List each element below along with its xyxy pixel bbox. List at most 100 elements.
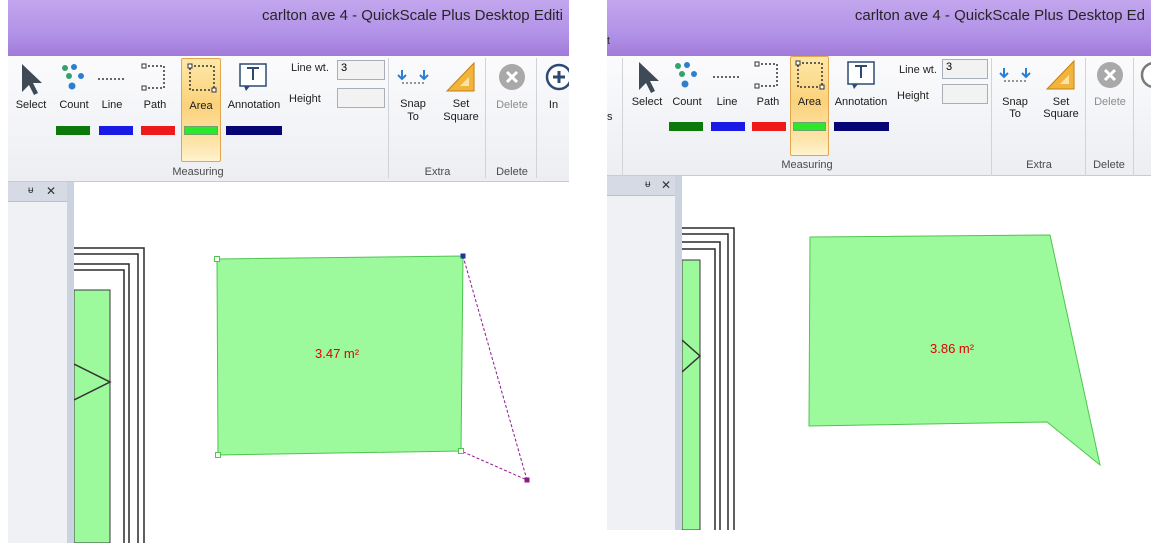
pin-icon[interactable]: ᵾ	[28, 185, 33, 196]
snap-to-label-line2: To	[407, 111, 419, 123]
dock-panel-header: ᵾ ✕	[8, 182, 67, 202]
line-weight-input[interactable]: 3	[337, 60, 385, 80]
dotted-line-icon	[713, 76, 741, 78]
count-tool-button[interactable]: Count	[54, 56, 94, 126]
vertex-handle[interactable]	[458, 448, 464, 454]
group-separator	[485, 58, 486, 178]
dock-panel-body	[8, 202, 67, 543]
set-square-icon	[1045, 59, 1075, 90]
select-tool-label: Select	[631, 96, 663, 108]
path-icon	[141, 63, 165, 91]
left-screenshot-panel: carlton ave 4 - QuickScale Plus Desktop …	[8, 0, 569, 543]
vertex-handle[interactable]	[214, 256, 220, 262]
count-dots-icon	[62, 64, 84, 90]
set-square-button[interactable]: Set Square	[1037, 56, 1085, 126]
snap-to-label-line1: Snap	[400, 98, 426, 110]
close-icon[interactable]: ✕	[46, 184, 56, 198]
vertex-handle[interactable]	[215, 452, 221, 458]
group-separator	[1133, 58, 1134, 178]
dock-splitter[interactable]	[675, 176, 682, 530]
plan-green-strip	[74, 289, 111, 543]
window-title: carlton ave 4 - QuickScale Plus Desktop …	[854, 7, 1145, 24]
annotation-tool-button[interactable]: Annotation	[224, 56, 284, 126]
delete-label: Delete	[1094, 96, 1126, 108]
insert-button[interactable]: In	[538, 56, 569, 126]
annotation-tool-button[interactable]: Annotation	[831, 56, 891, 126]
cursor-arrow-icon	[22, 64, 42, 95]
delete-button[interactable]: Delete	[487, 56, 537, 126]
path-tool-button[interactable]: Path	[747, 56, 789, 126]
height-input[interactable]	[337, 88, 385, 108]
group-separator	[991, 58, 992, 178]
color-swatch-red[interactable]	[752, 122, 786, 131]
area-icon	[795, 60, 825, 90]
set-square-label-line2: Square	[443, 111, 479, 123]
color-swatch-lime[interactable]	[793, 122, 826, 131]
annotation-icon	[847, 61, 875, 89]
color-swatch-navy[interactable]	[226, 126, 282, 135]
height-input[interactable]	[942, 84, 988, 104]
color-swatch-red[interactable]	[141, 126, 175, 135]
path-icon	[754, 61, 778, 89]
color-swatch-lime[interactable]	[184, 126, 218, 135]
snap-arrows-icon	[999, 68, 1031, 82]
group-label-measuring: Measuring	[172, 166, 224, 178]
group-label-measuring: Measuring	[781, 159, 833, 171]
area-measurement-label: 3.47 m²	[315, 346, 360, 361]
color-swatch-green[interactable]	[56, 126, 90, 135]
delete-label: Delete	[496, 99, 528, 111]
line-weight-input[interactable]: 3	[942, 59, 988, 79]
insert-label: In	[548, 99, 559, 111]
height-label: Height	[897, 90, 929, 102]
vertex-handle-active[interactable]	[460, 253, 466, 259]
plus-circle-icon	[1140, 62, 1151, 88]
area-tool-button[interactable]: Area	[181, 58, 221, 162]
line-tool-button[interactable]: Line	[94, 56, 130, 126]
color-swatch-green[interactable]	[669, 122, 703, 131]
set-square-label-line1: Set	[452, 98, 470, 110]
color-swatch-blue[interactable]	[711, 122, 745, 131]
area-icon	[187, 63, 217, 93]
count-tool-button[interactable]: Count	[669, 56, 705, 126]
plan-drawing: 3.86 m²	[682, 227, 1101, 530]
area-tool-button[interactable]: Area	[790, 56, 829, 156]
area-measurement-label: 3.86 m²	[930, 341, 975, 356]
dashed-guide-line	[460, 255, 528, 481]
title-bar: carlton ave 4 - QuickScale Plus Desktop …	[607, 0, 1151, 56]
line-weight-label: Line wt.	[899, 64, 937, 76]
title-bar: carlton ave 4 - QuickScale Plus Desktop …	[8, 0, 569, 56]
path-tool-label: Path	[756, 96, 780, 108]
line-weight-label: Line wt.	[291, 62, 329, 74]
dock-splitter[interactable]	[67, 182, 74, 543]
select-tool-button[interactable]: Select	[8, 56, 54, 126]
area-tool-label: Area	[189, 100, 213, 112]
plan-drawing: 3.47 m²	[74, 247, 530, 543]
delete-x-icon	[499, 64, 525, 90]
ribbon-toolbar: Select Count Line Path Area Annotation L…	[8, 56, 569, 182]
close-icon[interactable]: ✕	[661, 178, 671, 192]
color-swatch-navy[interactable]	[834, 122, 889, 131]
drawing-canvas[interactable]: 3.47 m²	[74, 182, 569, 543]
group-label-extra: Extra	[1026, 159, 1052, 171]
insert-button[interactable]	[1135, 56, 1151, 126]
count-tool-label: Count	[672, 96, 702, 108]
height-label: Height	[289, 93, 321, 105]
snap-to-button[interactable]: Snap To	[993, 56, 1037, 126]
pin-icon[interactable]: ᵾ	[645, 179, 650, 190]
right-screenshot-panel: carlton ave 4 - QuickScale Plus Desktop …	[607, 0, 1151, 530]
set-square-button[interactable]: Set Square	[436, 56, 486, 126]
snap-to-button[interactable]: Snap To	[390, 56, 436, 126]
delete-button[interactable]: Delete	[1087, 56, 1133, 126]
path-tool-button[interactable]: Path	[130, 56, 180, 126]
group-label-delete: Delete	[1093, 159, 1125, 171]
cursor-arrow-icon	[639, 62, 659, 93]
color-swatch-blue[interactable]	[99, 126, 133, 135]
group-label-extra: Extra	[424, 166, 451, 178]
line-tool-button[interactable]: Line	[707, 56, 747, 126]
select-tool-button[interactable]: Select	[625, 56, 669, 126]
cursor-point-handle[interactable]	[524, 477, 530, 483]
drawing-canvas[interactable]: 3.86 m²	[682, 176, 1151, 530]
annotation-tool-label: Annotation	[834, 96, 888, 108]
group-label-delete: Delete	[496, 166, 528, 178]
delete-x-icon	[1097, 62, 1123, 88]
